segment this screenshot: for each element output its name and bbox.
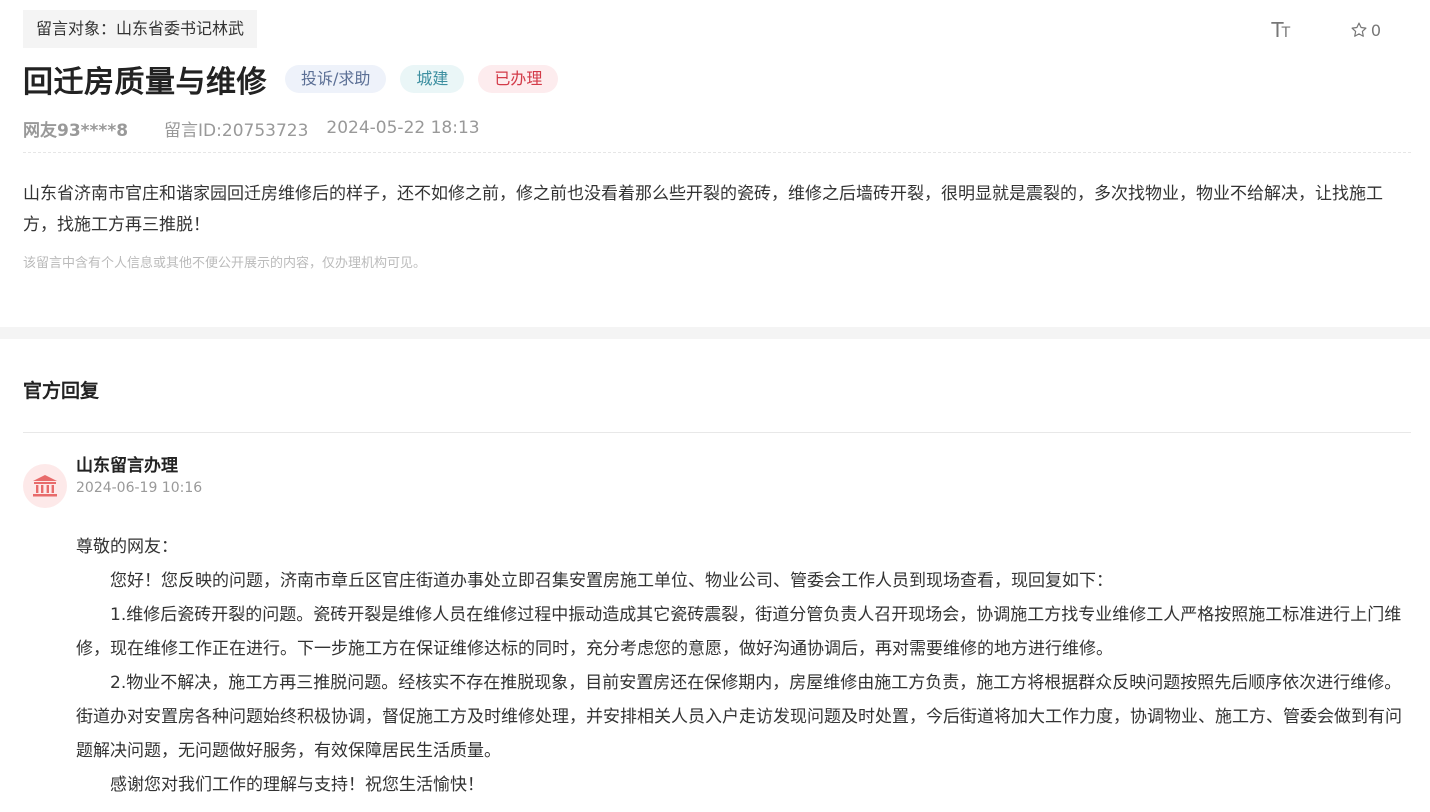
type-tag: 投诉/求助 xyxy=(285,65,387,93)
reply-divider xyxy=(23,432,1411,433)
message-meta: 网友93****8 留言ID:20753723 2024-05-22 18:13 xyxy=(23,116,1411,141)
message-target-tag: 留言对象：山东省委书记林武 xyxy=(23,10,258,48)
message-datetime: 2024-05-22 18:13 xyxy=(326,118,480,138)
reply-paragraph: 2.物业不解决，施工方再三推脱问题。经核实不存在推脱现象，目前安置房还在保修期内… xyxy=(76,673,1402,761)
title-row: 回迁房质量与维修 投诉/求助 城建 已办理 xyxy=(23,62,1411,100)
reply-greeting: 尊敬的网友： xyxy=(76,537,178,557)
meta-divider xyxy=(23,152,1411,153)
star-icon xyxy=(1351,22,1367,37)
message-content: 山东省济南市官庄和谐家园回迁房维修后的样子，还不如修之前，修之前也没看着那么些开… xyxy=(23,184,1383,235)
font-size-icon: TT xyxy=(1271,18,1290,42)
message-title: 回迁房质量与维修 xyxy=(23,65,267,100)
message-id: 留言ID:20753723 xyxy=(164,120,309,141)
reply-org: 山东留言办理 2024-06-19 10:16 xyxy=(23,455,1411,508)
reply-org-info: 山东留言办理 2024-06-19 10:16 xyxy=(76,455,202,496)
reply-paragraph: 您好！您反映的问题，济南市章丘区官庄街道办事处立即召集安置房施工单位、物业公司、… xyxy=(110,571,1113,591)
reply-body: 尊敬的网友： 您好！您反映的问题，济南市章丘区官庄街道办事处立即召集安置房施工单… xyxy=(76,530,1411,802)
privacy-notice: 该留言中含有个人信息或其他不便公开展示的内容，仅办理机构可见。 xyxy=(23,256,427,271)
category-tag: 城建 xyxy=(400,65,465,93)
reply-date: 2024-06-19 10:16 xyxy=(76,480,203,496)
official-reply-section: 官方回复 山东留言办理 2024-06-19 10:16 尊敬的网友： 您好！您… xyxy=(23,339,1411,802)
status-badge: 已办理 xyxy=(478,65,559,93)
reply-paragraph: 1.维修后瓷砖开裂的问题。瓷砖开裂是维修人员在维修过程中振动造成其它瓷砖震裂，街… xyxy=(76,605,1402,659)
reply-paragraph: 感谢您对我们工作的理解与支持！祝您生活愉快！ xyxy=(110,775,484,795)
reply-heading: 官方回复 xyxy=(23,380,100,402)
government-building-icon xyxy=(33,475,57,497)
reply-org-name: 山东留言办理 xyxy=(76,456,178,476)
author-name: 网友93****8 xyxy=(23,120,129,141)
favorite-count: 0 xyxy=(1370,20,1381,40)
toolbar: TT 0 xyxy=(1260,18,1381,42)
page: 留言对象：山东省委书记林武 TT 0 回迁房质量与维修 投诉/求助 城建 已办理… xyxy=(0,0,1430,812)
section-separator xyxy=(0,327,1430,339)
message-section: 留言对象：山东省委书记林武 TT 0 回迁房质量与维修 投诉/求助 城建 已办理… xyxy=(23,10,1411,271)
font-size-button[interactable]: TT xyxy=(1260,18,1300,42)
avatar xyxy=(23,464,67,508)
favorite-button[interactable]: 0 xyxy=(1350,21,1381,40)
